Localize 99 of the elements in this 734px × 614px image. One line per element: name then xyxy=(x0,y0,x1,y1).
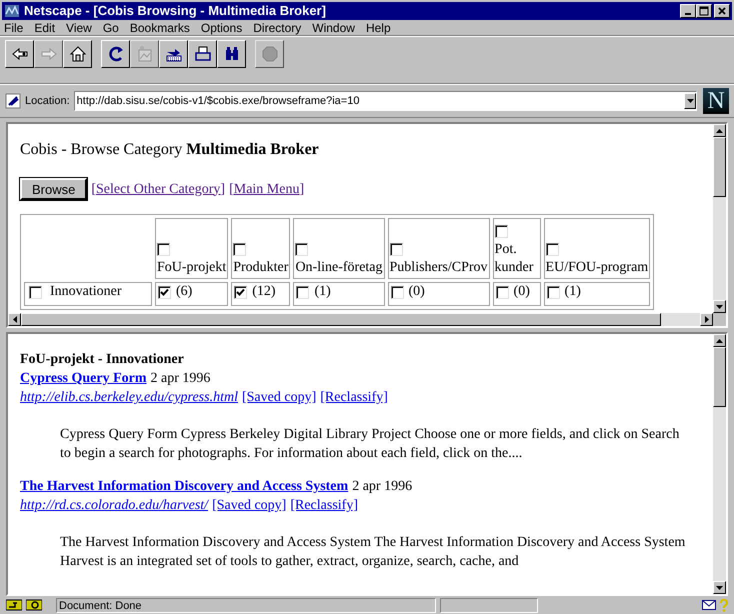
menu-item[interactable]: Directory xyxy=(252,18,302,36)
close-button[interactable] xyxy=(714,4,730,18)
result-link[interactable]: The Harvest Information Discovery and Access System xyxy=(20,477,348,496)
mail-icon xyxy=(702,600,716,610)
result-date: 2 apr 1996 xyxy=(352,478,412,496)
link[interactable]: [Reclassify] xyxy=(290,496,358,515)
row-label: Innovationer xyxy=(50,283,122,301)
toolbar-button[interactable] xyxy=(101,40,130,68)
column-label: Pot. kunder xyxy=(494,241,534,277)
connection-icon xyxy=(26,599,42,611)
count: (6) xyxy=(176,283,192,301)
menu-item[interactable]: View xyxy=(65,18,93,36)
toolbar-button[interactable] xyxy=(217,40,246,68)
url-link[interactable]: http://rd.cs.colorado.edu/harvest/ xyxy=(20,496,208,515)
link[interactable]: [Reclassify] xyxy=(320,388,388,407)
up-arrow-icon xyxy=(716,338,723,342)
logo: N xyxy=(703,88,729,114)
menu-item[interactable]: Options xyxy=(200,18,244,36)
close-icon xyxy=(717,6,727,16)
page-heading: Cobis - Browse Category Multimedia Broker xyxy=(20,140,320,160)
column-label: Publishers/CProv xyxy=(390,259,488,277)
menu-item[interactable]: Help xyxy=(364,18,392,36)
scroll-up-button[interactable] xyxy=(713,124,726,137)
checkbox[interactable] xyxy=(234,286,248,298)
home-icon xyxy=(68,44,88,64)
scroll-right-button[interactable] xyxy=(700,313,713,326)
checkbox[interactable] xyxy=(546,286,560,298)
result-link[interactable]: Cypress Query Form xyxy=(20,369,146,388)
up-arrow-icon xyxy=(716,128,723,132)
checkbox[interactable] xyxy=(295,243,308,256)
maximize-button[interactable] xyxy=(696,4,712,18)
vertical-scrollbar[interactable] xyxy=(713,334,726,594)
check-icon xyxy=(160,288,169,296)
checkbox[interactable] xyxy=(29,286,42,298)
menu-item[interactable]: Go xyxy=(102,18,120,36)
column-label: On-line-företag xyxy=(295,259,383,277)
maximize-icon xyxy=(699,6,709,16)
right-arrow-icon xyxy=(704,316,708,323)
vertical-scrollbar[interactable] xyxy=(713,124,726,313)
left-arrow-icon xyxy=(12,316,16,323)
link[interactable]: [Saved copy] xyxy=(242,388,316,407)
column-label: FoU-projekt xyxy=(157,259,226,277)
menu-item[interactable]: File xyxy=(3,18,24,36)
count: (1) xyxy=(314,283,331,301)
link[interactable]: [Select Other Category] xyxy=(91,178,226,200)
menu-item[interactable]: Edit xyxy=(33,18,56,36)
scroll-down-button[interactable] xyxy=(713,581,726,594)
count: (0) xyxy=(514,283,530,301)
result-summary: The Harvest Information Discovery and Access System The Harvest Information Discovery and Access System Harvest is an integrated set of tools to gather, extract, organize, search, cache, and xyxy=(60,534,686,571)
minimize-icon xyxy=(685,13,691,15)
printer-icon xyxy=(192,44,212,64)
toolbar-button[interactable] xyxy=(159,40,188,68)
location-label: Location: xyxy=(25,94,70,109)
section-heading: FoU-projekt - Innovationer xyxy=(20,351,185,369)
toolbar-button[interactable] xyxy=(63,40,92,68)
menu-item[interactable]: Window xyxy=(311,18,356,36)
checkbox[interactable] xyxy=(390,286,404,298)
column-label: EU/FOU-program xyxy=(546,259,648,277)
caret-icon xyxy=(686,99,694,103)
down-arrow-icon xyxy=(716,586,723,590)
toolbar-button[interactable] xyxy=(188,40,217,68)
checkbox[interactable] xyxy=(494,225,508,238)
result-date: 2 apr 1996 xyxy=(150,370,210,388)
scroll-left-button[interactable] xyxy=(8,313,21,326)
checkbox[interactable] xyxy=(390,243,403,256)
count: (0) xyxy=(408,283,425,301)
scroll-thumb[interactable] xyxy=(713,347,726,407)
dropdown-button[interactable] xyxy=(684,93,696,109)
link[interactable]: [Main Menu] xyxy=(229,178,304,200)
app-icon xyxy=(4,4,20,18)
menu-item[interactable]: Bookmarks xyxy=(128,18,191,36)
count: (1) xyxy=(564,283,581,301)
checkbox[interactable] xyxy=(158,286,171,298)
url-link[interactable]: http://elib.cs.berkeley.edu/cypress.html xyxy=(20,388,238,407)
stop-icon xyxy=(260,44,280,64)
scroll-down-button[interactable] xyxy=(713,300,726,313)
help-icon xyxy=(720,598,728,612)
checkbox[interactable] xyxy=(233,243,246,256)
count: (12) xyxy=(252,283,276,301)
link[interactable]: [Saved copy] xyxy=(212,496,286,515)
window-title: Netscape - [Cobis Browsing - Multimedia Broker] xyxy=(24,2,327,20)
browse-button[interactable]: Browse xyxy=(20,178,88,200)
scrollbar-corner xyxy=(713,313,726,326)
location-field[interactable]: http://dab.sisu.se/cobis-v1/$cobis.exe/browseframe?ia=10 xyxy=(74,91,697,111)
minimize-button[interactable] xyxy=(680,4,696,18)
security-key-icon xyxy=(6,599,22,611)
status-text: Document: Done xyxy=(56,598,436,612)
scroll-thumb[interactable] xyxy=(713,137,726,197)
link-icon xyxy=(5,93,21,109)
checkbox[interactable] xyxy=(157,243,170,256)
toolbar-button[interactable] xyxy=(5,40,34,68)
column-label: Produkter xyxy=(233,259,288,277)
check-icon xyxy=(236,288,246,296)
checkbox[interactable] xyxy=(296,286,310,298)
result-summary: Cypress Query Form Cypress Berkeley Digital Library Project Choose one or more fields, and click on Search to begin a search for photographs. For information about each field, click on the.... xyxy=(60,426,680,463)
checkbox[interactable] xyxy=(546,243,559,256)
down-arrow-icon xyxy=(716,304,723,308)
checkbox[interactable] xyxy=(496,286,509,298)
scroll-up-button[interactable] xyxy=(713,334,726,347)
